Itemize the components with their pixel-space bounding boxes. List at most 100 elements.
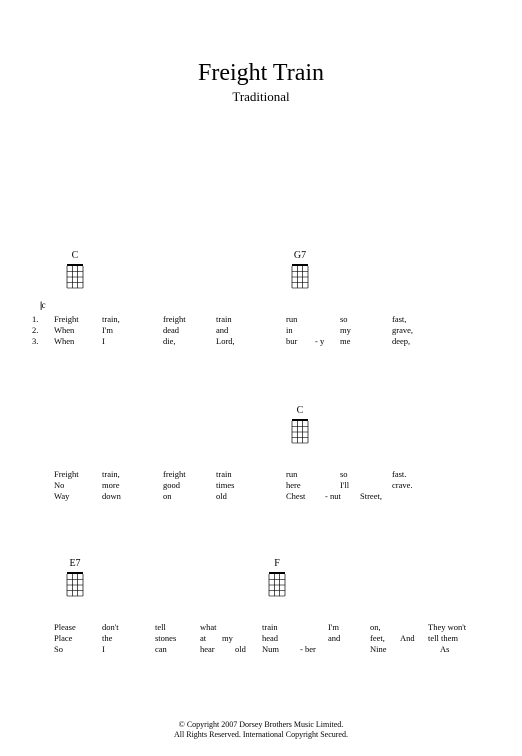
syllable: freight <box>163 469 186 480</box>
chord-diagram-icon <box>266 570 288 598</box>
syllable: on <box>163 491 172 502</box>
lyric-line-3: Way down on old Chest - nut Street, <box>40 491 482 502</box>
syllable: Lord, <box>216 336 235 347</box>
syllable: run <box>286 469 297 480</box>
lyrics-block: Please don't tell what train I'm on, The… <box>40 622 482 655</box>
syllable: No <box>54 480 64 491</box>
syllable: old <box>216 491 227 502</box>
syllable: at <box>200 633 206 644</box>
syllable: When <box>54 336 74 347</box>
chord-e7: E7 <box>60 558 90 603</box>
syllable: fast, <box>392 314 406 325</box>
lyric-line-2: Place the stones at my head and feet, An… <box>40 633 482 644</box>
lyric-line-1: Please don't tell what train I'm on, The… <box>40 622 482 633</box>
chord-label: C <box>285 405 315 416</box>
syllable: I'm <box>102 325 113 336</box>
syllable: Nine <box>370 644 387 655</box>
syllable: Freight <box>54 314 79 325</box>
chord-row: E7 F <box>40 558 482 608</box>
chord-g7: G7 <box>285 250 315 295</box>
syllable: feet, <box>370 633 385 644</box>
lyric-line-3: So I can hear old Num - ber Nine As <box>40 644 482 655</box>
chord-label: C <box>60 250 90 261</box>
syllable: - y <box>315 336 324 347</box>
syllable: I'm <box>328 622 339 633</box>
lyric-line-2: 2. When I'm dead and in my grave, <box>40 325 482 336</box>
syllable: train, <box>102 469 120 480</box>
syllable: I <box>102 336 105 347</box>
syllable: Way <box>54 491 69 502</box>
song-subtitle: Traditional <box>0 89 522 105</box>
syllable: train, <box>102 314 120 325</box>
sheet-header: Freight Train Traditional <box>0 60 522 105</box>
syllable: die, <box>163 336 176 347</box>
syllable: what <box>200 622 217 633</box>
syllable: And <box>400 633 415 644</box>
syllable: Num <box>262 644 279 655</box>
chord-row: C <box>40 405 482 455</box>
verse-number: 3. <box>32 336 38 347</box>
syllable: times <box>216 480 234 491</box>
syllable: the <box>102 633 112 644</box>
syllable: run <box>286 314 297 325</box>
syllable: here <box>286 480 301 491</box>
syllable: grave, <box>392 325 413 336</box>
chord-diagram-icon <box>289 417 311 445</box>
chord-diagram-icon <box>289 262 311 290</box>
verse-number: 1. <box>32 314 38 325</box>
syllable: They won't <box>428 622 466 633</box>
syllable: When <box>54 325 74 336</box>
syllable: Freight <box>54 469 79 480</box>
chord-diagram-icon <box>64 262 86 290</box>
syllable: I <box>102 644 105 655</box>
syllable: deep, <box>392 336 410 347</box>
syllable: bur <box>286 336 297 347</box>
song-title: Freight Train <box>0 60 522 87</box>
chord-c: C <box>285 405 315 450</box>
syllable: my <box>340 325 351 336</box>
syllable: my <box>222 633 233 644</box>
syllable: old <box>235 644 246 655</box>
staff-row <box>40 455 482 467</box>
barline-start: ||c <box>40 300 45 310</box>
syllable: dead <box>163 325 179 336</box>
system-1: C G7 ||c 1. Freight train, freight train… <box>40 250 482 347</box>
copyright-line-1: © Copyright 2007 Dorsey Brothers Music L… <box>0 720 522 730</box>
syllable: Street, <box>360 491 382 502</box>
syllable: I'll <box>340 480 349 491</box>
syllable: tell <box>155 622 166 633</box>
syllable: freight <box>163 314 186 325</box>
syllable: on, <box>370 622 381 633</box>
syllable: so <box>340 314 348 325</box>
syllable: in <box>286 325 293 336</box>
chord-label: E7 <box>60 558 90 569</box>
syllable: - nut <box>325 491 341 502</box>
syllable: - ber <box>300 644 316 655</box>
system-3: E7 F Please don't tell what train I'm on… <box>40 558 482 655</box>
syllable: train <box>216 469 232 480</box>
chord-label: F <box>262 558 292 569</box>
lyrics-block: Freight train, freight train run so fast… <box>40 469 482 502</box>
chord-f: F <box>262 558 292 603</box>
chord-diagram-icon <box>64 570 86 598</box>
lyrics-block: 1. Freight train, freight train run so f… <box>40 314 482 347</box>
syllable: tell them <box>428 633 458 644</box>
syllable: can <box>155 644 167 655</box>
chord-c: C <box>60 250 90 295</box>
syllable: stones <box>155 633 176 644</box>
syllable: don't <box>102 622 119 633</box>
lyric-line-1: 1. Freight train, freight train run so f… <box>40 314 482 325</box>
lyric-line-3: 3. When I die, Lord, bur - y me deep, <box>40 336 482 347</box>
syllable: Place <box>54 633 72 644</box>
syllable: head <box>262 633 278 644</box>
verse-number: 2. <box>32 325 38 336</box>
lyric-line-2: No more good times here I'll crave. <box>40 480 482 491</box>
chord-label: G7 <box>285 250 315 261</box>
syllable: train <box>262 622 278 633</box>
syllable: good <box>163 480 180 491</box>
syllable: Please <box>54 622 76 633</box>
syllable: me <box>340 336 350 347</box>
syllable: and <box>328 633 340 644</box>
syllable: so <box>340 469 348 480</box>
staff-row: ||c <box>40 300 482 312</box>
